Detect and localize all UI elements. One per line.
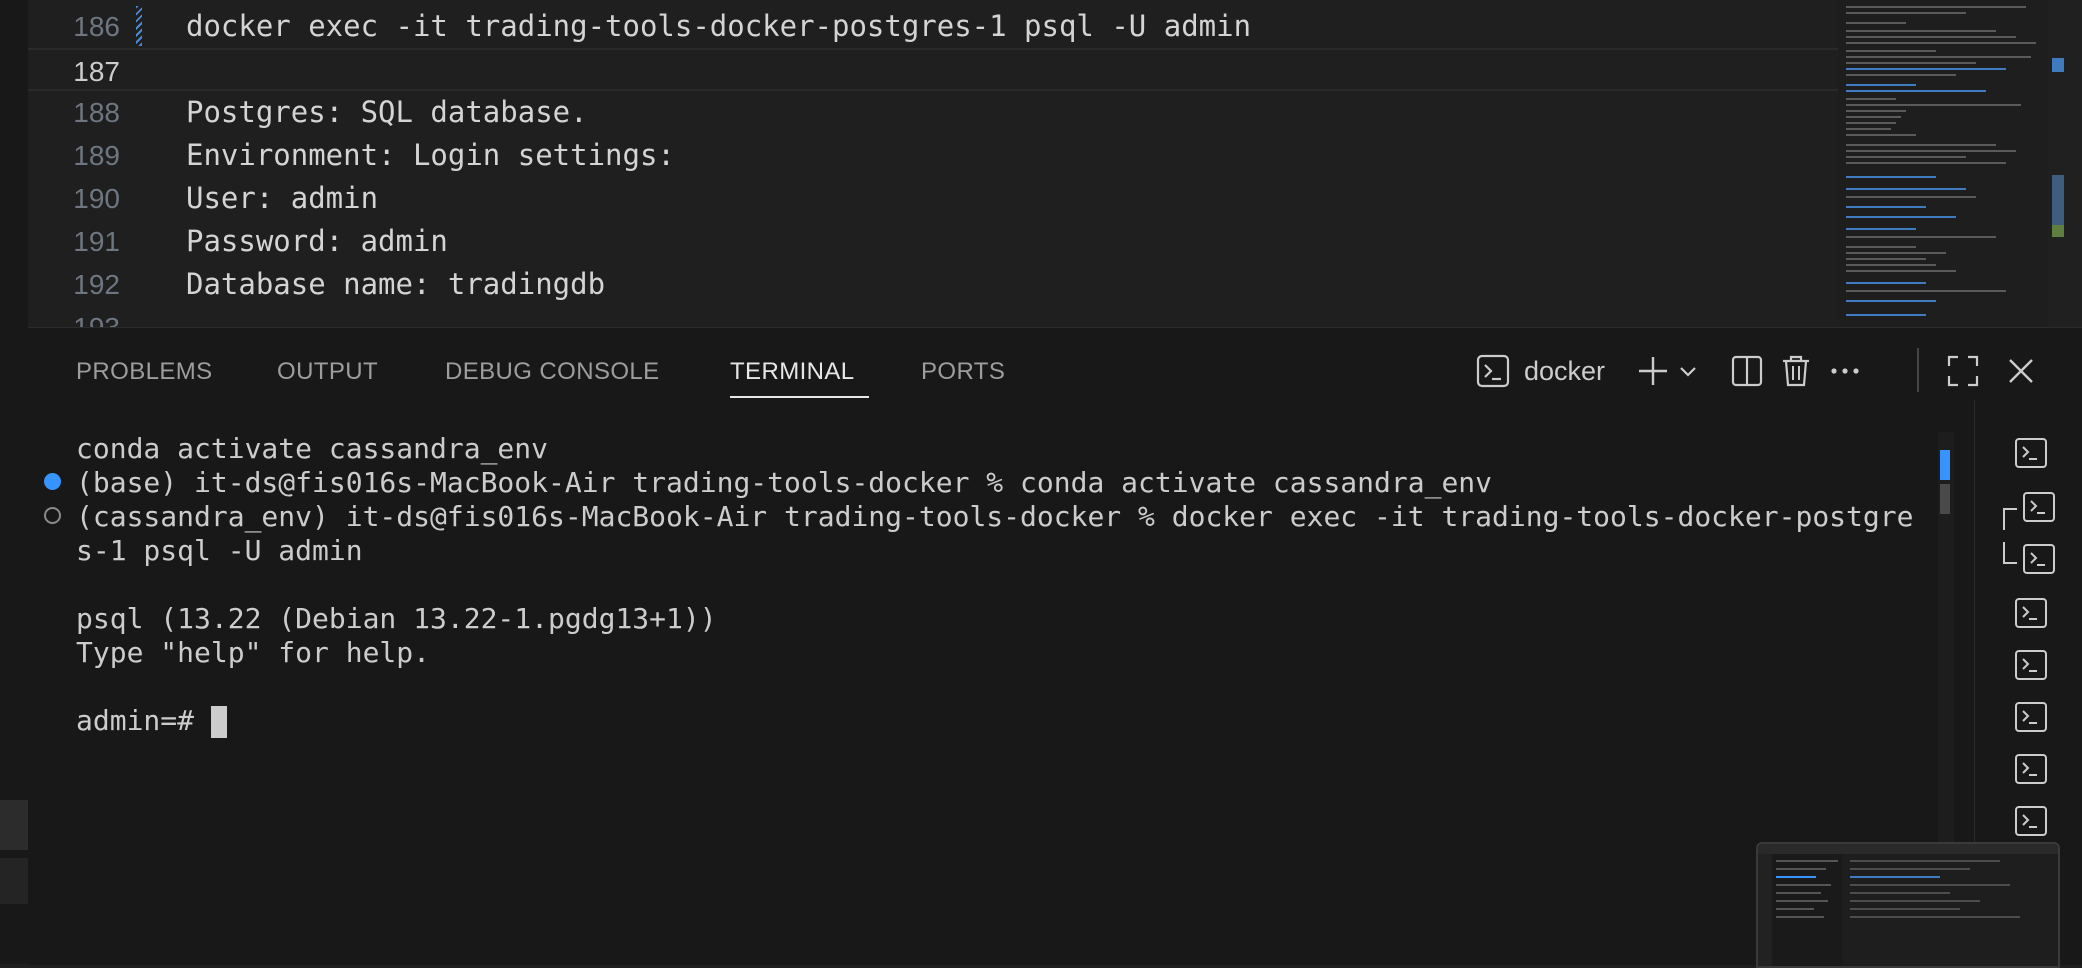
terminal-list-item[interactable] bbox=[2015, 438, 2049, 468]
editor-line[interactable]: 192 Database name: tradingdb bbox=[28, 263, 1838, 306]
tree-connector bbox=[2003, 542, 2017, 564]
activity-item-selected[interactable] bbox=[0, 800, 28, 850]
line-number: 191 bbox=[73, 226, 120, 257]
line-text: Database name: tradingdb bbox=[186, 267, 606, 301]
line-text: docker exec -it trading-tools-docker-pos… bbox=[186, 9, 1252, 43]
terminal-list-item[interactable] bbox=[2015, 754, 2049, 784]
scrollbar-marker bbox=[1940, 450, 1950, 480]
close-icon[interactable] bbox=[2006, 356, 2036, 391]
minimap[interactable] bbox=[1838, 0, 2048, 327]
editor-scrollbar[interactable] bbox=[2048, 0, 2082, 327]
command-running-decoration[interactable] bbox=[44, 507, 61, 524]
editor-line[interactable]: 193 bbox=[28, 306, 1838, 327]
terminal-line: Type "help" for help. bbox=[76, 636, 431, 669]
activity-item[interactable] bbox=[0, 858, 28, 904]
chevron-down-icon[interactable] bbox=[1678, 362, 1698, 387]
terminal-line: s-1 psql -U admin bbox=[76, 534, 363, 567]
line-number: 187 bbox=[73, 56, 120, 87]
command-success-decoration[interactable] bbox=[44, 473, 61, 490]
terminal-list-item[interactable] bbox=[2023, 492, 2057, 522]
scrollbar-marker bbox=[2052, 225, 2064, 237]
ellipsis-icon[interactable] bbox=[1828, 354, 1862, 393]
line-number: 189 bbox=[73, 140, 120, 171]
line-text: Environment: Login settings: bbox=[186, 138, 675, 172]
line-number: 192 bbox=[73, 269, 120, 300]
screenshot-thumbnail[interactable] bbox=[1756, 842, 2060, 968]
editor-line[interactable]: 186 docker exec -it trading-tools-docker… bbox=[28, 5, 1838, 48]
terminal-line: psql (13.22 (Debian 13.22-1.pgdg13+1)) bbox=[76, 602, 717, 635]
terminal-icon bbox=[1476, 354, 1516, 394]
active-tab-indicator bbox=[730, 396, 869, 398]
editor-line[interactable]: 189 Environment: Login settings: bbox=[28, 134, 1838, 177]
thumbnail-activity bbox=[1758, 854, 1772, 966]
terminal-cursor bbox=[211, 706, 227, 738]
split-terminal-icon[interactable] bbox=[1730, 354, 1764, 393]
thumbnail-titlebar bbox=[1758, 844, 2058, 854]
editor-line[interactable]: 190 User: admin bbox=[28, 177, 1838, 220]
terminal-line: (base) it-ds@fis016s-MacBook-Air trading… bbox=[76, 466, 1493, 499]
terminal-prompt: admin=# bbox=[76, 704, 211, 737]
tree-connector bbox=[2003, 508, 2017, 530]
trash-icon[interactable] bbox=[1780, 354, 1812, 393]
tab-problems[interactable]: PROBLEMS bbox=[76, 358, 213, 386]
thumbnail-sidebar bbox=[1772, 854, 1843, 966]
terminal-output[interactable]: conda activate cassandra_env (base) it-d… bbox=[28, 420, 1938, 964]
activity-bar bbox=[0, 0, 29, 964]
editor-line-current[interactable]: 187 bbox=[28, 48, 1838, 91]
line-number: 188 bbox=[73, 97, 120, 128]
terminal-line: conda activate cassandra_env bbox=[76, 432, 549, 465]
terminal-name[interactable]: docker bbox=[1524, 356, 1605, 387]
maximize-icon[interactable] bbox=[1946, 354, 1980, 393]
tab-terminal[interactable]: TERMINAL bbox=[730, 358, 855, 386]
editor-line[interactable]: 191 Password: admin bbox=[28, 220, 1838, 263]
editor-line[interactable]: 188 Postgres: SQL database. bbox=[28, 91, 1838, 134]
scrollbar-thumb[interactable] bbox=[1940, 484, 1950, 514]
tab-ports[interactable]: PORTS bbox=[921, 358, 1005, 386]
line-number: 193 bbox=[28, 306, 120, 327]
toolbar-divider bbox=[1917, 348, 1919, 392]
line-text: User: admin bbox=[186, 181, 379, 215]
terminal-list-item[interactable] bbox=[2023, 544, 2057, 574]
scrollbar-marker bbox=[2052, 175, 2064, 225]
scrollbar-marker bbox=[2052, 58, 2064, 72]
line-number: 190 bbox=[73, 183, 120, 214]
code-editor[interactable]: 186 docker exec -it trading-tools-docker… bbox=[28, 0, 2082, 327]
line-number: 186 bbox=[73, 11, 120, 42]
terminal-line: (cassandra_env) it-ds@fis016s-MacBook-Ai… bbox=[76, 500, 1914, 533]
plus-icon[interactable] bbox=[1636, 354, 1670, 393]
terminal-list-item[interactable] bbox=[2015, 806, 2049, 836]
terminal-list-item[interactable] bbox=[2015, 702, 2049, 732]
line-text: Password: admin bbox=[186, 224, 448, 258]
tab-output[interactable]: OUTPUT bbox=[277, 358, 378, 386]
terminal-list-item[interactable] bbox=[2015, 598, 2049, 628]
line-text: Postgres: SQL database. bbox=[186, 95, 588, 129]
tab-debug-console[interactable]: DEBUG CONSOLE bbox=[445, 358, 660, 386]
terminal-list-item[interactable] bbox=[2015, 650, 2049, 680]
thumbnail-editor bbox=[1842, 854, 2058, 966]
